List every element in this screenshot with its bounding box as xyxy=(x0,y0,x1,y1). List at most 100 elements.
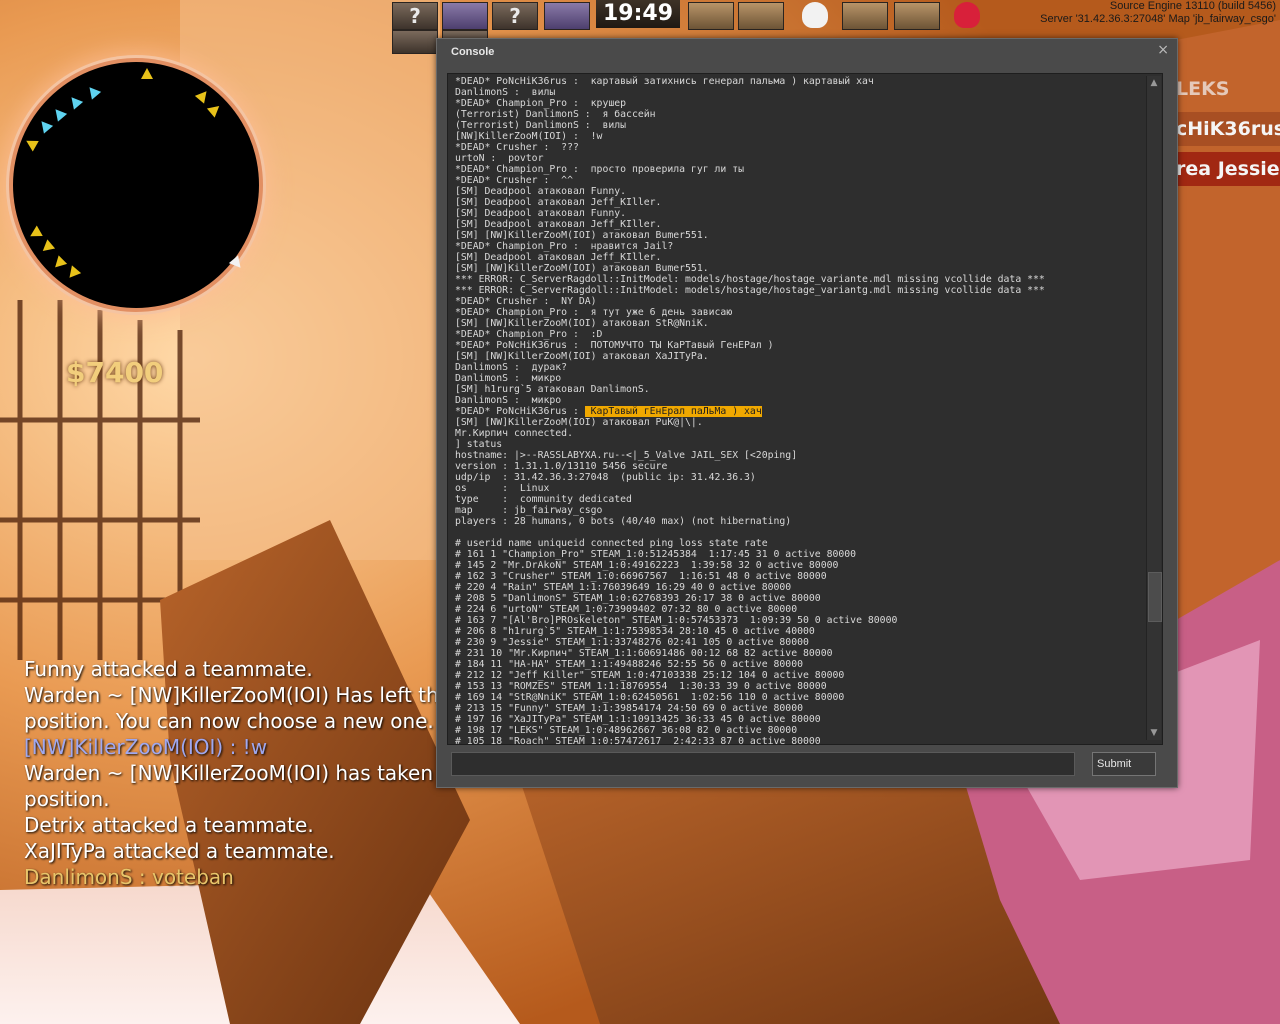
scroll-up-icon[interactable]: ▲ xyxy=(1149,78,1159,88)
console-line: # 162 3 "Crusher" STEAM_1:0:66967567 1:1… xyxy=(455,571,827,582)
console-line: *DEAD* Champion_Pro : крушер xyxy=(455,98,627,109)
console-line: *** ERROR: C_ServerRagdoll::InitModel: m… xyxy=(455,285,1045,296)
console-line: *DEAD* PoNcHiK36rus : картавый затихнись… xyxy=(455,76,874,87)
radar-blip-icon xyxy=(66,93,84,110)
chat-line: position. You can now choose a new one. xyxy=(24,709,434,733)
console-line: # 163 7 "[Al'Bro]PROskeleton" STEAM_1:0:… xyxy=(455,615,898,626)
console-line: # 212 12 "Jeff_Killer" STEAM_1:0:4710333… xyxy=(455,670,845,681)
radar-blip-icon xyxy=(23,135,39,152)
console-line: map : jb_fairway_csgo xyxy=(455,505,603,516)
console-line: ] status xyxy=(455,439,503,450)
red-skull-icon xyxy=(954,2,980,28)
console-line: DanlimonS : микро xyxy=(455,395,562,406)
console-line: [SM] [NW]KillerZooM(IOI) атаковал PuK@|\… xyxy=(455,417,703,428)
console-scrollbar[interactable]: ▲ ▼ xyxy=(1146,76,1162,740)
console-line: # userid name uniqueid connected ping lo… xyxy=(455,538,768,549)
chat-line: position. xyxy=(24,787,110,811)
console-line: # 213 15 "Funny" STEAM_1:1:39854174 24:5… xyxy=(455,703,803,714)
console-line: [SM] h1rurg`5 атаковал DanlimonS. xyxy=(455,384,650,395)
chat-line: Warden ~ [NW]KillerZooM(IOI) has taken t… xyxy=(24,761,487,785)
radar-blip-icon xyxy=(194,87,212,104)
console-line: # 231 10 "Mr.Кирпич" STEAM_1:1:60691486 … xyxy=(455,648,833,659)
console-line: [SM] Deadpool атаковал Jeff_KIller. xyxy=(455,252,662,263)
submit-button[interactable]: Submit xyxy=(1092,752,1156,776)
console-line: [SM] Deadpool атаковал Jeff_KIller. xyxy=(455,219,662,230)
enemy-slot-portrait xyxy=(688,2,734,30)
radar-blip-icon xyxy=(206,101,224,118)
chat-line: Funny attacked a teammate. xyxy=(24,657,313,681)
console-line: udp/ip : 31.42.36.3:27048 (public ip: 31… xyxy=(455,472,756,483)
console-line: DanlimonS : микро xyxy=(455,373,562,384)
highlighted-message: КарТавый гЕнЕрал паЛьМа ) хач xyxy=(584,406,762,417)
radar xyxy=(13,62,259,308)
console-line: os : Linux xyxy=(455,483,550,494)
radar-blip-icon xyxy=(50,255,68,272)
close-icon[interactable]: × xyxy=(1157,42,1169,58)
console-line: # 208 5 "DanlimonS" STEAM_1:0:62768393 2… xyxy=(455,593,821,604)
team-slot-portrait xyxy=(392,30,438,54)
console-line: # 220 4 "Rain" STEAM_1:1:76039649 16:29 … xyxy=(455,582,792,593)
console-line: *DEAD* PoNcHiK36rus : КарТавый гЕнЕрал п… xyxy=(455,406,762,417)
console-line: *DEAD* Champion_Pro : :D xyxy=(455,329,603,340)
console-line: # 206 8 "h1rurg`5" STEAM_1:1:75398534 28… xyxy=(455,626,815,637)
console-line: urtoN : povtor xyxy=(455,153,544,164)
console-log-lines: *DEAD* PoNcHiK36rus : картавый затихнись… xyxy=(455,76,1142,745)
scroll-down-icon[interactable]: ▼ xyxy=(1149,728,1159,738)
console-window[interactable]: Console × *DEAD* PoNcHiK36rus : картавый… xyxy=(436,38,1178,788)
chat-line: [NW]KillerZooM(IOI) : !w xyxy=(24,735,268,759)
console-line: DanlimonS : дурак? xyxy=(455,362,568,373)
console-line: # 153 13 "ROMZES" STEAM_1:1:18769554 1:3… xyxy=(455,681,827,692)
console-line: (Terrorist) DanlimonS : вилы xyxy=(455,120,627,131)
engine-info: Source Engine 13110 (build 5456) Server … xyxy=(1040,0,1276,26)
enemy-slot-portrait xyxy=(738,2,784,30)
chat-line: Warden ~ [NW]KillerZooM(IOI) Has left th… xyxy=(24,683,484,707)
chat-line: Detrix attacked a teammate. xyxy=(24,813,314,837)
console-line: [SM] Deadpool атаковал Funny. xyxy=(455,186,627,197)
console-line: (Terrorist) DanlimonS : я бассейн xyxy=(455,109,656,120)
console-line: # 145 2 "Mr.DrAkoN" STEAM_1:0:49162223 1… xyxy=(455,560,839,571)
engine-version: Source Engine 13110 (build 5456) xyxy=(1109,0,1276,12)
console-line: [SM] [NW]KillerZooM(IOI) атаковал XaJITy… xyxy=(455,351,709,362)
console-line: # 184 11 "НА-НА" STEAM_1:1:49488246 52:5… xyxy=(455,659,803,670)
team-slot-portrait xyxy=(544,2,590,30)
radar-blip-icon xyxy=(141,68,153,79)
radar-blip-icon xyxy=(38,239,56,256)
chat-line: XaJITyPa attacked a teammate. xyxy=(24,839,335,863)
console-line: # 169 14 "StR@NniK" STEAM_1:0:62450561 1… xyxy=(455,692,845,703)
round-timer: 19:49 xyxy=(596,0,680,28)
console-line: [NW]KillerZooM(IOI) : !w xyxy=(455,131,603,142)
server-info: Server '31.42.36.3:27048' Map 'jb_fairwa… xyxy=(1040,13,1276,25)
console-command-input[interactable] xyxy=(451,752,1075,776)
radar-blip-icon xyxy=(84,83,102,100)
console-log[interactable]: *DEAD* PoNcHiK36rus : картавый затихнись… xyxy=(447,73,1163,745)
console-line: [SM] [NW]KillerZooM(IOI) атаковал Bumer5… xyxy=(455,263,709,274)
skull-icon xyxy=(802,2,828,28)
radar-blip-icon xyxy=(27,225,43,242)
console-line: players : 28 humans, 0 bots (40/40 max) … xyxy=(455,516,792,527)
console-line: # 230 9 "Jessie" STEAM_1:1:33748276 02:4… xyxy=(455,637,809,648)
team-slot-portrait xyxy=(442,2,488,30)
console-line: type : community dedicated xyxy=(455,494,632,505)
scoreboard-entry: rea Jessie xyxy=(1170,152,1280,186)
console-line: *DEAD* Crusher : NY DA) xyxy=(455,296,597,307)
radar-blip-icon xyxy=(64,265,82,282)
team-slot-unknown: ? xyxy=(392,2,438,30)
console-line: *DEAD* Champion_Pro : просто проверила г… xyxy=(455,164,745,175)
scoreboard-right: LEKS cHiK36rus rea Jessie xyxy=(1170,72,1280,192)
console-line: [SM] Deadpool атаковал Jeff_KIller. xyxy=(455,197,662,208)
scroll-thumb[interactable] xyxy=(1148,572,1162,622)
console-line: DanlimonS : вилы xyxy=(455,87,556,98)
console-line: *DEAD* Crusher : ??? xyxy=(455,142,579,153)
console-line: # 161 1 "Champion_Pro" STEAM_1:0:5124538… xyxy=(455,549,857,560)
console-line: Mr.Кирпич connected. xyxy=(455,428,573,439)
console-line: # 105 18 "Roach" STEAM_1:0:57472617 2:42… xyxy=(455,736,821,745)
console-line: [SM] [NW]KillerZooM(IOI) атаковал StR@Nn… xyxy=(455,318,709,329)
enemy-slot-portrait xyxy=(842,2,888,30)
radar-blip-icon xyxy=(50,105,68,122)
team-slot-unknown: ? xyxy=(492,2,538,30)
chat-feed: Funny attacked a teammate. Warden ~ [NW]… xyxy=(24,656,487,890)
console-line: # 198 17 "LEKS" STEAM_1:0:48962667 36:08… xyxy=(455,725,798,736)
console-line: [SM] [NW]KillerZooM(IOI) атаковал Bumer5… xyxy=(455,230,709,241)
scoreboard-entry: cHiK36rus xyxy=(1170,112,1280,146)
